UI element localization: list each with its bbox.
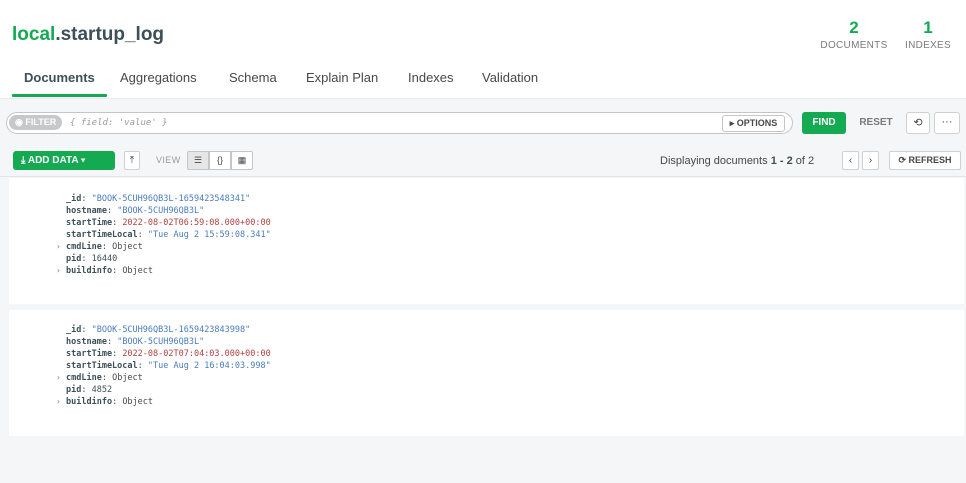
chevron-down-icon: ▾: [81, 155, 86, 166]
documents-stat: 2 DOCUMENTS: [818, 18, 890, 51]
reset-button[interactable]: RESET: [854, 112, 898, 134]
doc-field-cmdline[interactable]: › cmdLine: Object: [56, 241, 143, 253]
indexes-count: 1: [923, 18, 933, 37]
documents-count: 2: [849, 18, 859, 37]
tab-schema[interactable]: Schema: [229, 70, 277, 85]
options-button[interactable]: ▸ OPTIONS: [722, 115, 785, 132]
expand-chevron-icon: ›: [56, 373, 61, 382]
filter-input[interactable]: [70, 114, 710, 132]
indexes-label: INDEXES: [904, 40, 951, 51]
expand-chevron-icon: ›: [56, 397, 61, 406]
refresh-button[interactable]: ⟳ REFRESH: [889, 151, 961, 170]
doc-field-cmdline[interactable]: › cmdLine: Object: [56, 372, 143, 384]
active-tab-indicator: [12, 94, 107, 97]
doc-field-pid: pid: 16440: [66, 254, 118, 264]
tab-documents[interactable]: Documents: [24, 70, 95, 85]
caret-right-icon: ▸: [729, 118, 735, 128]
doc-field-pid: pid: 4852: [66, 385, 113, 395]
more-options-icon[interactable]: ···: [934, 112, 960, 134]
documents-toolbar: [0, 147, 966, 177]
doc-field-hostname: hostname: "BOOK-5CUH96QB3L": [66, 206, 205, 216]
display-prefix: Displaying documents: [660, 155, 768, 167]
tab-aggregations[interactable]: Aggregations: [120, 70, 197, 85]
doc-field-id: _id: "BOOK-5CUH96QB3L-1659423548341": [66, 194, 251, 204]
documents-label: DOCUMENTS: [820, 40, 888, 51]
expand-chevron-icon: ›: [56, 266, 61, 275]
tab-validation[interactable]: Validation: [482, 70, 538, 85]
add-data-label: ADD DATA: [27, 155, 79, 166]
doc-field-buildinfo[interactable]: › buildinfo: Object: [56, 265, 153, 277]
view-label: VIEW: [156, 155, 181, 165]
tab-explain-plan[interactable]: Explain Plan: [306, 70, 378, 85]
namespace-title: local.startup_log: [12, 24, 164, 46]
expand-chevron-icon: ›: [56, 242, 61, 251]
refresh-label: REFRESH: [908, 155, 952, 165]
tab-indexes[interactable]: Indexes: [408, 70, 454, 85]
display-range: 1 - 2: [770, 155, 793, 167]
filter-label: ◉ FILTER: [9, 115, 63, 130]
download-icon: ⤓: [21, 155, 26, 166]
export-icon[interactable]: ⤒: [124, 151, 140, 170]
query-history-icon[interactable]: ⟲: [906, 112, 930, 134]
database-name: local: [12, 24, 56, 45]
previous-page-icon[interactable]: ‹: [842, 151, 859, 170]
refresh-icon: ⟳: [898, 155, 906, 165]
display-total: of 2: [795, 155, 815, 167]
doc-field-hostname: hostname: "BOOK-5CUH96QB3L": [66, 337, 205, 347]
table-view-icon[interactable]: ▦: [231, 151, 253, 170]
options-label: OPTIONS: [736, 118, 778, 128]
display-count: Displaying documents 1 - 2 of 2: [660, 155, 814, 167]
add-data-button[interactable]: ⤓ ADD DATA ▾: [13, 151, 115, 170]
doc-field-buildinfo[interactable]: › buildinfo: Object: [56, 396, 153, 408]
doc-field-starttimelocal: startTimeLocal: "Tue Aug 2 15:59:08.341": [66, 230, 271, 240]
indexes-stat: 1 INDEXES: [899, 18, 957, 51]
collection-name: .startup_log: [55, 24, 165, 45]
doc-field-id: _id: "BOOK-5CUH96QB3L-1659423843998": [66, 325, 251, 335]
json-view-icon[interactable]: {}: [209, 151, 231, 170]
next-page-icon[interactable]: ›: [862, 151, 879, 170]
doc-field-starttimelocal: startTimeLocal: "Tue Aug 2 16:04:03.998": [66, 361, 271, 371]
filter-label-text: FILTER: [25, 117, 57, 127]
list-view-icon[interactable]: ☰: [187, 151, 209, 170]
doc-field-starttime: startTime: 2022-08-02T06:59:08.000+00:00: [66, 218, 271, 228]
filter-icon: ◉: [15, 117, 23, 127]
doc-field-starttime: startTime: 2022-08-02T07:04:03.000+00:00: [66, 349, 271, 359]
find-button[interactable]: FIND: [802, 112, 846, 134]
